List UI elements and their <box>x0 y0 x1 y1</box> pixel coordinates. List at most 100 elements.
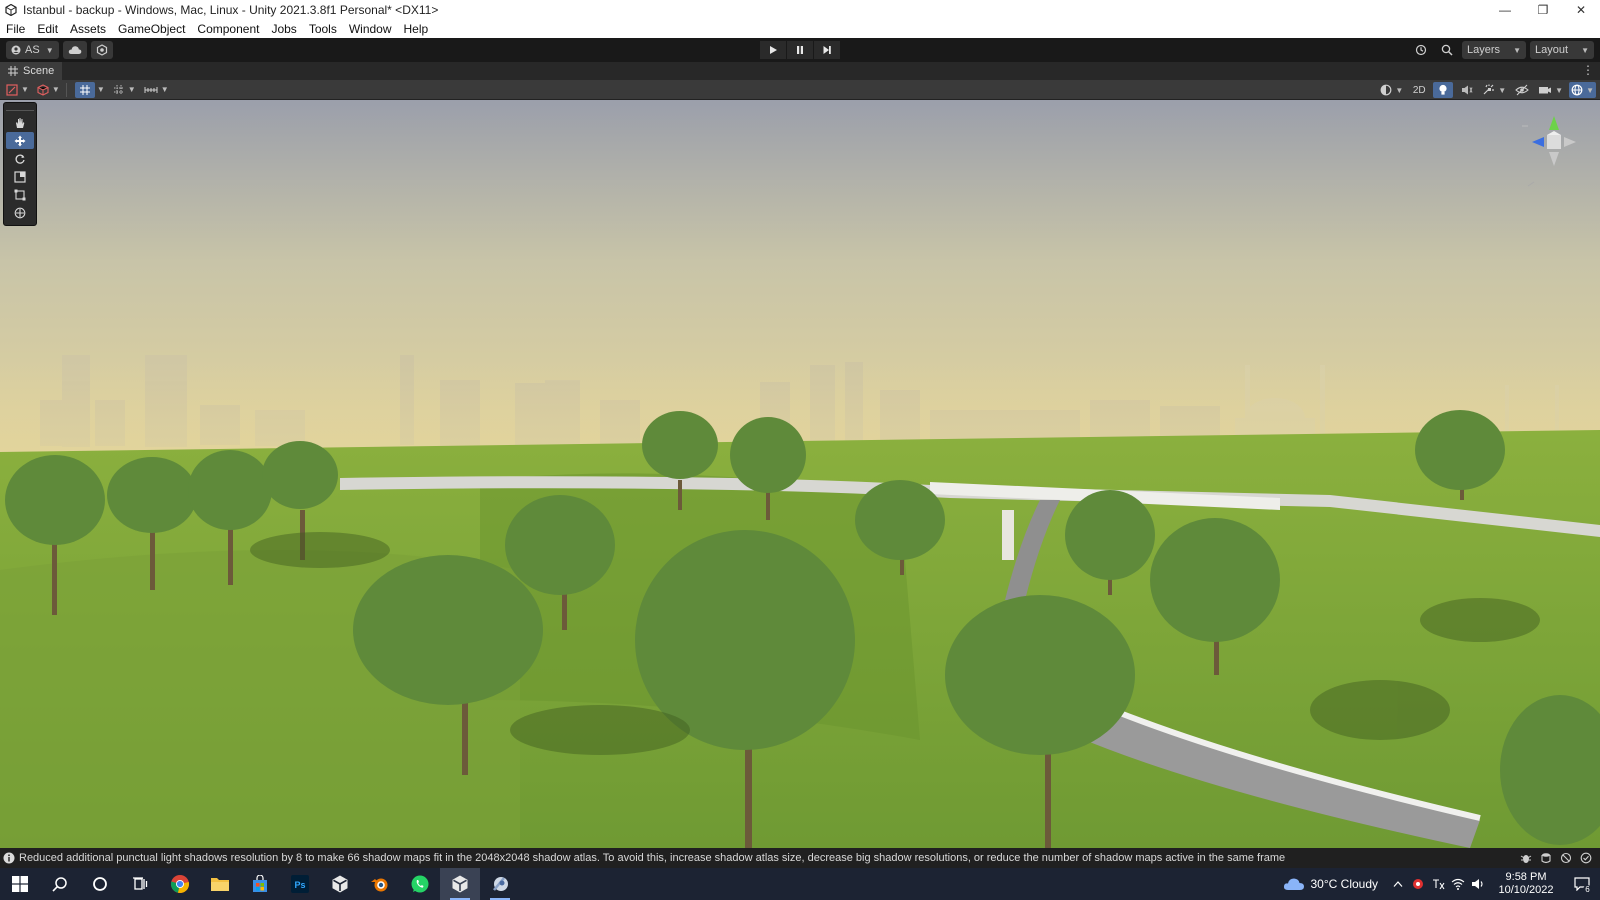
scene-orientation-gizmo[interactable] <box>1514 108 1594 192</box>
menu-component[interactable]: Component <box>191 20 265 38</box>
network-icon[interactable] <box>1556 851 1576 865</box>
grid-snap-dropdown[interactable]: ▼ <box>95 82 107 98</box>
cloud-button[interactable] <box>62 41 87 59</box>
taskbar-photoshop[interactable]: Ps <box>280 868 320 900</box>
console-status-bar[interactable]: Reduced additional punctual light shadow… <box>0 848 1600 868</box>
show-hidden-icons-button[interactable] <box>1388 868 1408 900</box>
rect-tool[interactable] <box>6 186 34 203</box>
taskbar-blender[interactable] <box>360 868 400 900</box>
chevron-down-icon: ▼ <box>160 85 169 94</box>
network-status[interactable] <box>1448 868 1468 900</box>
tray-app-icon[interactable] <box>1408 868 1428 900</box>
notification-count-badge: 6 <box>1583 885 1592 894</box>
taskbar-store[interactable] <box>240 868 280 900</box>
menu-tools[interactable]: Tools <box>303 20 343 38</box>
step-button[interactable] <box>814 41 840 59</box>
language-indicator[interactable] <box>1428 868 1448 900</box>
unity-editor-icon <box>452 875 468 893</box>
palette-grip[interactable] <box>6 105 34 111</box>
start-button[interactable] <box>0 868 40 900</box>
menu-window[interactable]: Window <box>343 20 398 38</box>
hand-tool[interactable] <box>6 114 34 131</box>
account-dropdown[interactable]: AS ▼ <box>6 41 59 59</box>
minimize-button[interactable]: — <box>1486 0 1524 20</box>
move-tool[interactable] <box>6 132 34 149</box>
weather-widget[interactable]: 30°C Cloudy <box>1283 877 1378 891</box>
grid-snapping-button[interactable] <box>74 81 95 98</box>
render-mode-dropdown[interactable]: ▼ <box>35 82 62 98</box>
menu-assets[interactable]: Assets <box>64 20 112 38</box>
grid-icon <box>8 66 18 76</box>
sphere-icon <box>1380 84 1392 96</box>
tab-menu-button[interactable]: ⋮ <box>1582 63 1594 77</box>
bug-icon[interactable] <box>1516 851 1536 865</box>
menu-gameobject[interactable]: GameObject <box>112 20 191 38</box>
undo-history-button[interactable] <box>1410 41 1432 59</box>
tab-scene[interactable]: Scene <box>0 62 63 80</box>
info-icon <box>3 852 15 864</box>
store-bag-icon <box>253 875 267 892</box>
toggle-2d-button[interactable]: 2D <box>1409 82 1429 98</box>
menu-jobs[interactable]: Jobs <box>265 20 302 38</box>
scene-viewport[interactable] <box>0 100 1600 848</box>
hidden-objects-toggle[interactable] <box>1512 82 1532 98</box>
cortana-circle-icon <box>93 877 107 891</box>
lighting-toggle[interactable] <box>1433 82 1454 98</box>
transform-icon <box>14 207 26 218</box>
status-message: Reduced additional punctual light shadow… <box>19 852 1286 864</box>
database-icon[interactable] <box>1536 851 1556 865</box>
play-icon <box>770 46 777 54</box>
taskbar-whatsapp[interactable] <box>400 868 440 900</box>
play-button[interactable] <box>760 41 786 59</box>
taskbar-blender-running[interactable] <box>480 868 520 900</box>
blender-icon <box>371 878 388 892</box>
search-button[interactable] <box>1436 41 1458 59</box>
search-icon <box>52 877 67 892</box>
rotate-tool[interactable] <box>6 150 34 167</box>
menu-help[interactable]: Help <box>398 20 435 38</box>
grid-visibility-button[interactable]: ▼ <box>111 82 138 98</box>
eye-slash-icon <box>1515 84 1529 96</box>
increment-snap-button[interactable]: ▼ <box>142 82 171 98</box>
collab-icon <box>96 44 107 56</box>
layers-dropdown[interactable]: Layers ▼ <box>1462 41 1526 59</box>
search-button[interactable] <box>40 868 80 900</box>
taskbar-chrome[interactable] <box>160 868 200 900</box>
notification-center-button[interactable]: 6 <box>1564 868 1600 900</box>
whatsapp-icon <box>411 875 429 893</box>
clock-time: 9:58 PM <box>1505 871 1547 883</box>
task-view-button[interactable] <box>120 868 160 900</box>
clock[interactable]: 9:58 PM 10/10/2022 <box>1496 871 1556 897</box>
chrome-icon <box>170 875 190 894</box>
transform-tool[interactable] <box>6 204 34 221</box>
layout-dropdown[interactable]: Layout ▼ <box>1530 41 1594 59</box>
shading-mode-dropdown[interactable]: ▼ <box>1378 82 1405 98</box>
menu-file[interactable]: File <box>0 20 31 38</box>
pause-button[interactable] <box>787 41 813 59</box>
draw-mode-dropdown[interactable]: ▼ <box>4 82 31 98</box>
check-circle-icon[interactable] <box>1576 851 1596 865</box>
blender-app-icon <box>493 877 508 891</box>
windows-taskbar: Ps 30°C Cloudy 9:58 PM 10/10/2022 6 <box>0 868 1600 900</box>
volume-control[interactable] <box>1468 868 1488 900</box>
taskbar-file-explorer[interactable] <box>200 868 240 900</box>
effects-dropdown[interactable]: ▼ <box>1481 82 1508 98</box>
taskbar-unity-editor[interactable] <box>440 868 480 900</box>
menu-edit[interactable]: Edit <box>31 20 64 38</box>
gizmos-toggle[interactable]: ▼ <box>1569 82 1596 98</box>
gizmos-globe-icon <box>1571 84 1583 96</box>
photoshop-icon: Ps <box>291 875 309 893</box>
close-button[interactable]: ✕ <box>1562 0 1600 20</box>
clock-date: 10/10/2022 <box>1498 884 1554 896</box>
cortana-button[interactable] <box>80 868 120 900</box>
move-arrows-icon <box>14 135 26 146</box>
taskbar-unity-hub[interactable] <box>320 868 360 900</box>
collab-button[interactable] <box>90 41 113 59</box>
chevron-down-icon: ▼ <box>1586 85 1594 95</box>
camera-settings-dropdown[interactable]: ▼ <box>1536 82 1565 98</box>
audio-toggle[interactable] <box>1457 82 1477 98</box>
unity-logo-icon <box>5 4 17 16</box>
scale-tool[interactable] <box>6 168 34 185</box>
maximize-button[interactable]: ❐ <box>1524 0 1562 20</box>
cube-icon <box>37 83 49 96</box>
